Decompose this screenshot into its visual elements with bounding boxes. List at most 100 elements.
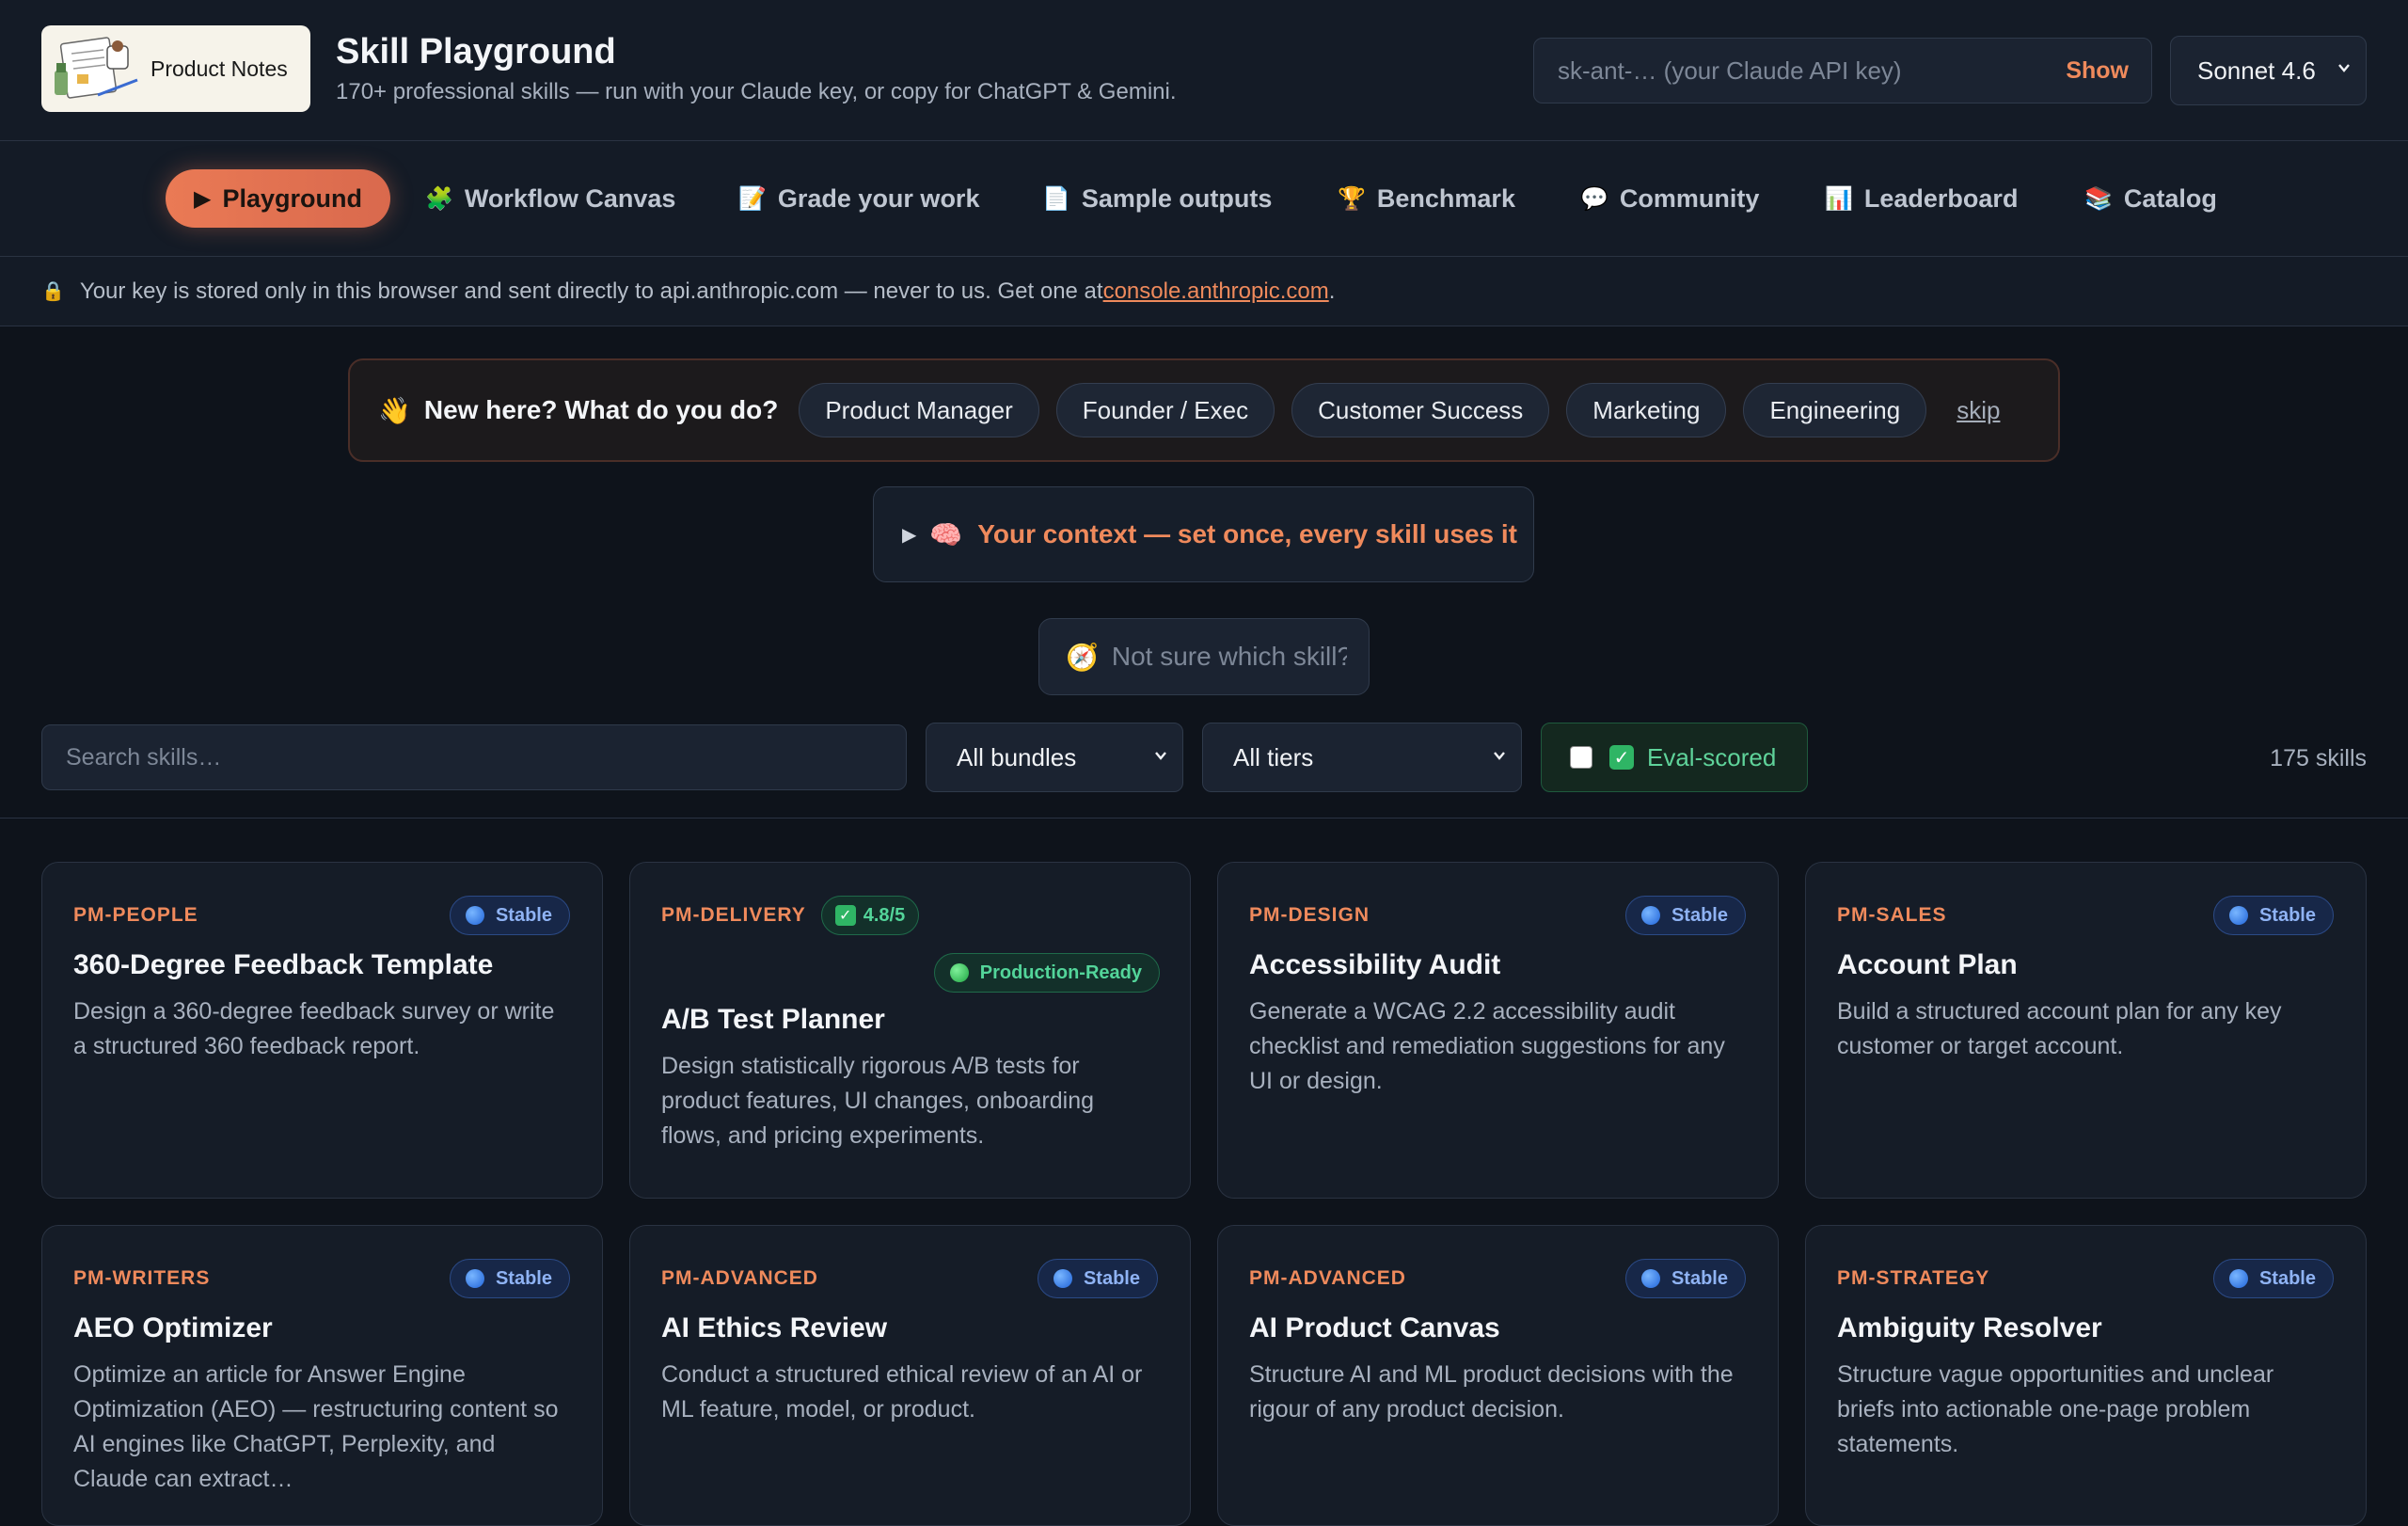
card-description: Structure vague opportunities and unclea…	[1837, 1361, 2274, 1457]
card-bundle: PM-ADVANCED	[661, 1267, 818, 1289]
main-nav: ▶ Playground 🧩 Workflow Canvas 📝 Grade y…	[0, 141, 2408, 257]
card-title: Account Plan	[1837, 949, 2018, 980]
check-mark-icon: ✓	[834, 905, 856, 926]
tab-label: Community	[1619, 183, 1760, 213]
tab-sample-outputs[interactable]: 📄 Sample outputs	[1042, 169, 1272, 228]
score-value: 4.8/5	[863, 904, 906, 926]
skill-card[interactable]: PM-DELIVERY ✓ 4.8/5 Production-Ready A/B …	[629, 862, 1191, 1199]
card-description: Design a 360-degree feedback survey or w…	[73, 998, 555, 1059]
eval-scored-filter[interactable]: ✓ Eval-scored	[1541, 723, 1808, 792]
card-bundle: PM-DELIVERY	[661, 904, 806, 926]
brain-icon: 🧠	[929, 519, 963, 549]
blue-dot-icon	[1640, 1269, 1660, 1288]
badge-label: Stable	[495, 904, 552, 926]
tab-grade-your-work[interactable]: 📝 Grade your work	[738, 169, 979, 228]
tab-benchmark[interactable]: 🏆 Benchmark	[1338, 169, 1515, 228]
badge-label: Stable	[1671, 904, 1728, 926]
bundle-selected-value: All bundles	[957, 742, 1077, 771]
card-description: Structure AI and ML product decisions wi…	[1249, 1361, 1734, 1423]
card-description: Build a structured account plan for any …	[1837, 998, 2282, 1059]
skill-card[interactable]: PM-ADVANCED Stable AI Product Canvas Str…	[1217, 1225, 1779, 1526]
bundle-select[interactable]: All bundles	[926, 723, 1183, 792]
skill-card[interactable]: PM-SALES Stable Account Plan Build a str…	[1805, 862, 2367, 1199]
notice-text: Your key is stored only in this browser …	[79, 278, 1103, 304]
tab-workflow-canvas[interactable]: 🧩 Workflow Canvas	[425, 169, 675, 228]
search-skills-input[interactable]	[41, 724, 907, 790]
tab-label: Catalog	[2123, 183, 2217, 213]
skill-card[interactable]: PM-DESIGN Stable Accessibility Audit Gen…	[1217, 862, 1779, 1199]
status-badge: Stable	[1037, 1259, 1158, 1298]
role-chip-marketing[interactable]: Marketing	[1566, 383, 1727, 437]
onboarding-question: 👋 New here? What do you do?	[378, 395, 778, 426]
card-description: Conduct a structured ethical review of a…	[661, 1361, 1143, 1423]
card-bundle: PM-ADVANCED	[1249, 1267, 1406, 1289]
card-bundle: PM-SALES	[1837, 904, 1947, 926]
tier-selected-value: All tiers	[1233, 742, 1314, 771]
lock-icon: 🔒	[41, 281, 65, 302]
tab-catalog[interactable]: 📚 Catalog	[2084, 169, 2217, 228]
notice-trail: .	[1328, 278, 1336, 304]
privacy-notice: 🔒 Your key is stored only in this browse…	[0, 257, 2408, 326]
skill-finder-input[interactable]	[1111, 642, 1347, 672]
skill-card[interactable]: PM-STRATEGY Stable Ambiguity Resolver St…	[1805, 1225, 2367, 1526]
role-chip-engineering[interactable]: Engineering	[1743, 383, 1927, 437]
compass-icon: 🧭	[1066, 642, 1099, 672]
eval-scored-label: Eval-scored	[1647, 742, 1777, 771]
blue-dot-icon	[465, 906, 484, 925]
blue-dot-icon	[465, 1269, 484, 1288]
tab-leaderboard[interactable]: 📊 Leaderboard	[1825, 169, 2018, 228]
card-bundle: PM-STRATEGY	[1837, 1267, 1990, 1289]
skill-card[interactable]: PM-ADVANCED Stable AI Ethics Review Cond…	[629, 1225, 1191, 1526]
context-label: Your context — set once, every skill use…	[977, 519, 1517, 548]
puzzle-icon: 🧩	[425, 185, 453, 212]
card-title: Accessibility Audit	[1249, 949, 1501, 980]
tab-label: Leaderboard	[1863, 183, 2019, 213]
chevron-down-icon	[1494, 752, 1505, 760]
tier-select[interactable]: All tiers	[1202, 723, 1522, 792]
trophy-icon: 🏆	[1338, 185, 1366, 212]
play-icon: ▶	[194, 185, 212, 212]
skill-card[interactable]: PM-PEOPLE Stable 360-Degree Feedback Tem…	[41, 862, 603, 1199]
card-bundle: PM-PEOPLE	[73, 904, 198, 926]
tab-community[interactable]: 💬 Community	[1580, 169, 1759, 228]
onboarding-banner: 👋 New here? What do you do? Product Mana…	[348, 358, 2060, 462]
status-badge: Stable	[2212, 1259, 2334, 1298]
notebook-illustration-icon	[55, 37, 138, 99]
product-notes-logo[interactable]: Product Notes	[41, 25, 310, 112]
card-title: 360-Degree Feedback Template	[73, 949, 494, 980]
speech-bubble-icon: 💬	[1580, 185, 1608, 212]
console-link[interactable]: console.anthropic.com	[1103, 278, 1329, 305]
skill-count: 175 skills	[2270, 745, 2367, 771]
chevron-down-icon	[2338, 64, 2350, 72]
badge-label: Production-Ready	[979, 962, 1142, 983]
card-title: A/B Test Planner	[661, 1004, 885, 1035]
tab-label: Grade your work	[777, 183, 980, 213]
skill-finder: 🧭	[1038, 618, 1370, 695]
context-toggle[interactable]: ▶ 🧠 Your context — set once, every skill…	[873, 486, 1534, 582]
tab-label: Playground	[222, 183, 362, 213]
role-chip-customer-success[interactable]: Customer Success	[1291, 383, 1550, 437]
tab-label: Workflow Canvas	[464, 183, 676, 213]
blue-dot-icon	[1640, 906, 1660, 925]
bar-chart-icon: 📊	[1825, 185, 1853, 212]
model-select[interactable]: Sonnet 4.6	[2170, 36, 2367, 105]
page-title: Skill Playground	[336, 32, 616, 72]
status-badge: Stable	[449, 896, 570, 935]
badge-label: Stable	[495, 1267, 552, 1289]
logo-text: Product Notes	[150, 56, 288, 81]
tab-playground[interactable]: ▶ Playground	[166, 169, 390, 228]
role-chip-product-manager[interactable]: Product Manager	[799, 383, 1039, 437]
card-bundle: PM-DESIGN	[1249, 904, 1370, 926]
show-key-button[interactable]: Show	[2066, 57, 2129, 85]
api-key-input[interactable]	[1534, 56, 2067, 86]
card-description: Optimize an article for Answer Engine Op…	[73, 1361, 559, 1492]
skip-link[interactable]: skip	[1956, 396, 2000, 425]
role-chip-founder-exec[interactable]: Founder / Exec	[1055, 383, 1275, 437]
check-mark-icon: ✓	[1609, 745, 1634, 770]
skill-card[interactable]: PM-WRITERS Stable AEO Optimizer Optimize…	[41, 1225, 603, 1526]
card-title: AEO Optimizer	[73, 1312, 273, 1343]
card-title: AI Product Canvas	[1249, 1312, 1500, 1343]
status-badge: Stable	[449, 1259, 570, 1298]
tab-label: Benchmark	[1376, 183, 1515, 213]
eval-scored-checkbox[interactable]	[1570, 746, 1592, 769]
